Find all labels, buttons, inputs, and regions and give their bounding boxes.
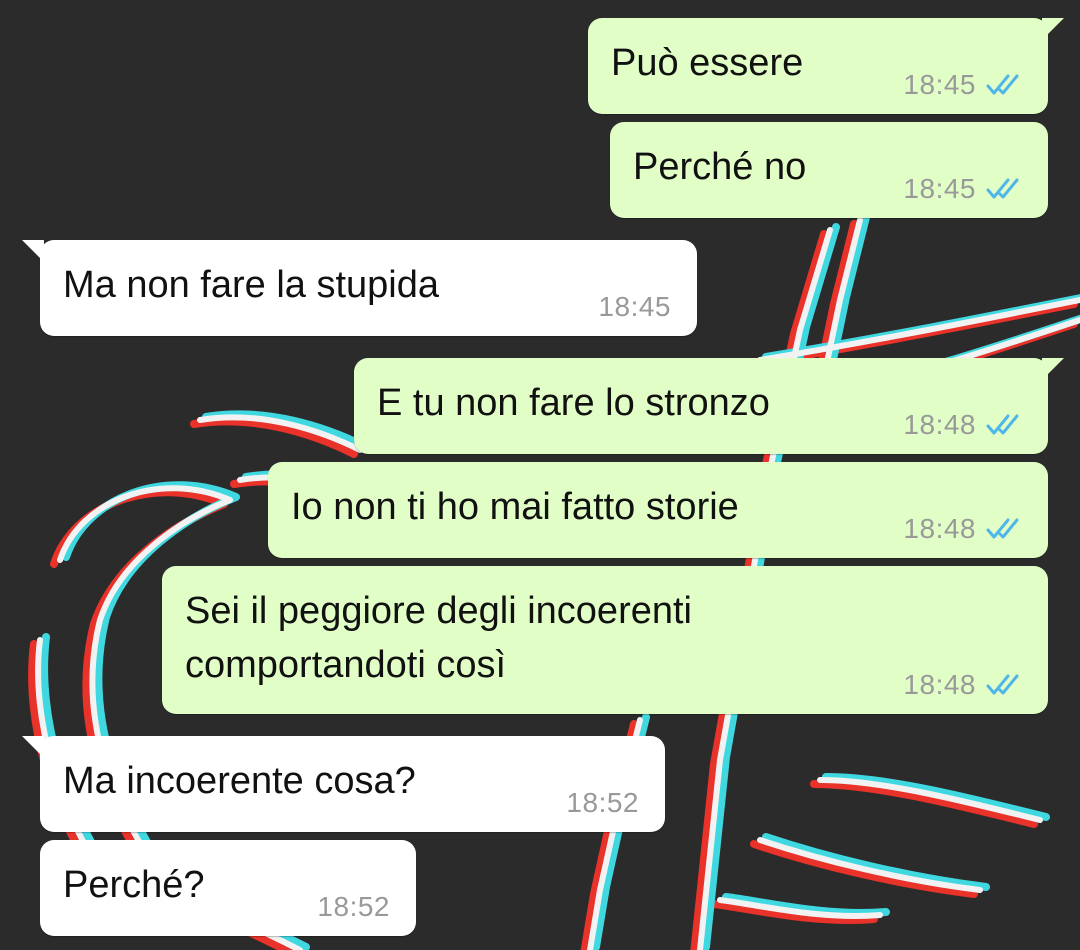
message-time: 18:48	[903, 513, 976, 544]
message-bubble-outgoing[interactable]: Può essere 18:45	[588, 18, 1064, 114]
message-meta: 18:48	[903, 513, 1026, 544]
message-meta: 18:52	[566, 787, 639, 818]
message-bubble-outgoing[interactable]: Sei il peggiore degli incoerenti comport…	[162, 566, 1048, 714]
double-check-read-icon	[986, 73, 1026, 97]
message-bubble-outgoing[interactable]: Perché no 18:45	[610, 122, 1048, 218]
message-list: Può essere 18:45 Perché no 18:45 Ma non …	[0, 0, 1080, 950]
message-bubble-incoming[interactable]: Ma non fare la stupida 18:45	[22, 240, 697, 336]
message-bubble-incoming[interactable]: Perché? 18:52	[40, 840, 416, 936]
message-meta: 18:48	[903, 669, 1026, 700]
message-bubble-outgoing[interactable]: E tu non fare lo stronzo 18:48	[354, 358, 1064, 454]
message-meta: 18:45	[903, 173, 1026, 204]
message-bubble-outgoing[interactable]: Io non ti ho mai fatto storie 18:48	[268, 462, 1048, 558]
double-check-read-icon	[986, 517, 1026, 541]
message-time: 18:45	[903, 173, 976, 204]
message-text: Può essere	[611, 42, 804, 84]
message-text: Ma non fare la stupida	[63, 264, 440, 306]
message-meta: 18:48	[903, 409, 1026, 440]
message-text: Ma incoerente cosa?	[63, 760, 416, 802]
double-check-read-icon	[986, 413, 1026, 437]
message-bubble-incoming[interactable]: Ma incoerente cosa? 18:52	[22, 736, 665, 832]
double-check-read-icon	[986, 177, 1026, 201]
double-check-read-icon	[986, 673, 1026, 697]
message-time: 18:48	[903, 409, 976, 440]
message-text: Perché?	[63, 864, 205, 906]
message-time: 18:52	[317, 891, 390, 922]
message-meta: 18:45	[598, 291, 671, 322]
message-text: E tu non fare lo stronzo	[377, 382, 770, 424]
message-meta: 18:45	[903, 69, 1026, 100]
message-text: Io non ti ho mai fatto storie	[291, 486, 739, 528]
message-time: 18:52	[566, 787, 639, 818]
message-text: Sei il peggiore degli incoerenti comport…	[185, 590, 692, 686]
message-time: 18:48	[903, 669, 976, 700]
message-time: 18:45	[903, 69, 976, 100]
message-meta: 18:52	[317, 891, 390, 922]
message-time: 18:45	[598, 291, 671, 322]
message-text: Perché no	[633, 146, 807, 188]
